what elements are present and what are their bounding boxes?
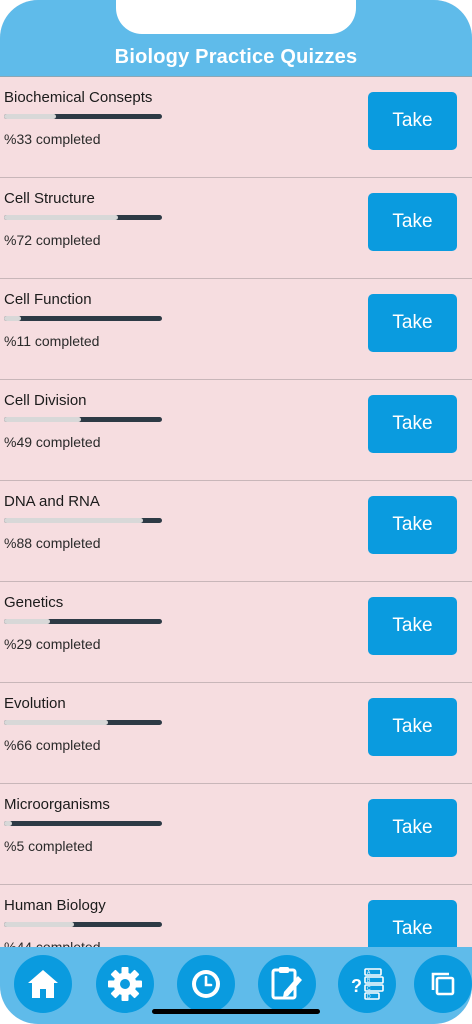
quiz-completion-text: %33 completed (4, 131, 101, 147)
quiz-title: Microorganisms (4, 796, 110, 813)
copy-icon (431, 972, 455, 996)
tab-history[interactable] (177, 955, 235, 1013)
quiz-completion-text: %11 completed (4, 333, 100, 349)
tab-settings[interactable] (96, 955, 154, 1013)
quiz-progress-fill (4, 215, 118, 220)
tab-questions[interactable]: ? A B C D (338, 955, 396, 1013)
tab-home[interactable] (14, 955, 72, 1013)
tab-notes[interactable] (258, 955, 316, 1013)
take-quiz-button[interactable]: Take (368, 799, 457, 857)
clipboard-edit-icon (271, 967, 302, 1000)
quiz-row: Microorganisms %5 completed Take (0, 784, 472, 885)
take-quiz-button[interactable]: Take (368, 92, 457, 150)
header-bar: Biology Practice Quizzes (0, 0, 472, 77)
quiz-row: Genetics %29 completed Take (0, 582, 472, 683)
quiz-title: DNA and RNA (4, 493, 100, 510)
quiz-row: Cell Function %11 completed Take (0, 279, 472, 380)
quiz-completion-text: %88 completed (4, 535, 101, 551)
take-quiz-button[interactable]: Take (368, 496, 457, 554)
quiz-completion-text: %49 completed (4, 434, 101, 450)
take-quiz-button[interactable]: Take (368, 395, 457, 453)
quiz-progress-bar (4, 417, 162, 422)
tab-all-quizzes[interactable] (414, 955, 472, 1013)
quiz-progress-fill (4, 720, 109, 725)
take-quiz-button[interactable]: Take (368, 698, 457, 756)
gear-icon (108, 967, 142, 1001)
quiz-completion-text: %72 completed (4, 232, 101, 248)
quiz-progress-bar (4, 619, 162, 624)
take-quiz-button[interactable]: Take (368, 294, 457, 352)
quiz-progress-fill (4, 316, 22, 321)
clock-icon (192, 970, 220, 998)
app-screen: Biology Practice Quizzes Biochemical Con… (0, 0, 472, 1024)
quiz-title: Evolution (4, 695, 66, 712)
quiz-title: Human Biology (4, 897, 106, 914)
quiz-progress-fill (4, 821, 12, 826)
quiz-progress-fill (4, 114, 57, 119)
choice-c: C (367, 986, 371, 992)
quiz-progress-fill (4, 922, 74, 927)
quiz-row: Cell Division %49 completed Take (0, 380, 472, 481)
quiz-completion-text: %66 completed (4, 737, 101, 753)
page-title: Biology Practice Quizzes (114, 46, 358, 68)
quiz-progress-bar (4, 215, 162, 220)
quiz-progress-fill (4, 518, 144, 523)
quiz-progress-bar (4, 114, 162, 119)
take-quiz-button[interactable]: Take (368, 193, 457, 251)
quiz-title: Cell Function (4, 291, 92, 308)
home-indicator (152, 1009, 320, 1014)
quiz-progress-fill (4, 619, 50, 624)
quiz-row: Evolution %66 completed Take (0, 683, 472, 784)
quiz-row: Cell Structure %72 completed Take (0, 178, 472, 279)
take-quiz-button[interactable]: Take (368, 900, 457, 947)
take-quiz-button[interactable]: Take (368, 597, 457, 655)
quiz-list-icon: ? A B C D (351, 968, 384, 1000)
quiz-list[interactable]: Biochemical Consepts %33 completed Take Cel… (0, 77, 472, 947)
quiz-progress-bar (4, 316, 162, 321)
quiz-title: Cell Division (4, 392, 87, 409)
quiz-completion-text: %29 completed (4, 636, 101, 652)
quiz-row: DNA and RNA %88 completed Take (0, 481, 472, 582)
question-mark-glyph: ? (351, 976, 362, 996)
choice-d: D (367, 994, 371, 1000)
device-notch (116, 0, 356, 34)
quiz-row: Human Biology %44 completed Take (0, 885, 472, 947)
home-icon (28, 970, 58, 998)
quiz-row: Biochemical Consepts %33 completed Take (0, 77, 472, 178)
quiz-progress-bar (4, 922, 162, 927)
quiz-progress-fill (4, 417, 82, 422)
quiz-progress-bar (4, 518, 162, 523)
quiz-progress-bar (4, 821, 162, 826)
quiz-progress-bar (4, 720, 162, 725)
quiz-title: Biochemical Consepts (4, 89, 153, 106)
quiz-completion-text: %5 completed (4, 838, 93, 854)
quiz-title: Genetics (4, 594, 64, 611)
quiz-title: Cell Structure (4, 190, 95, 207)
quiz-completion-text: %44 completed (4, 939, 101, 947)
